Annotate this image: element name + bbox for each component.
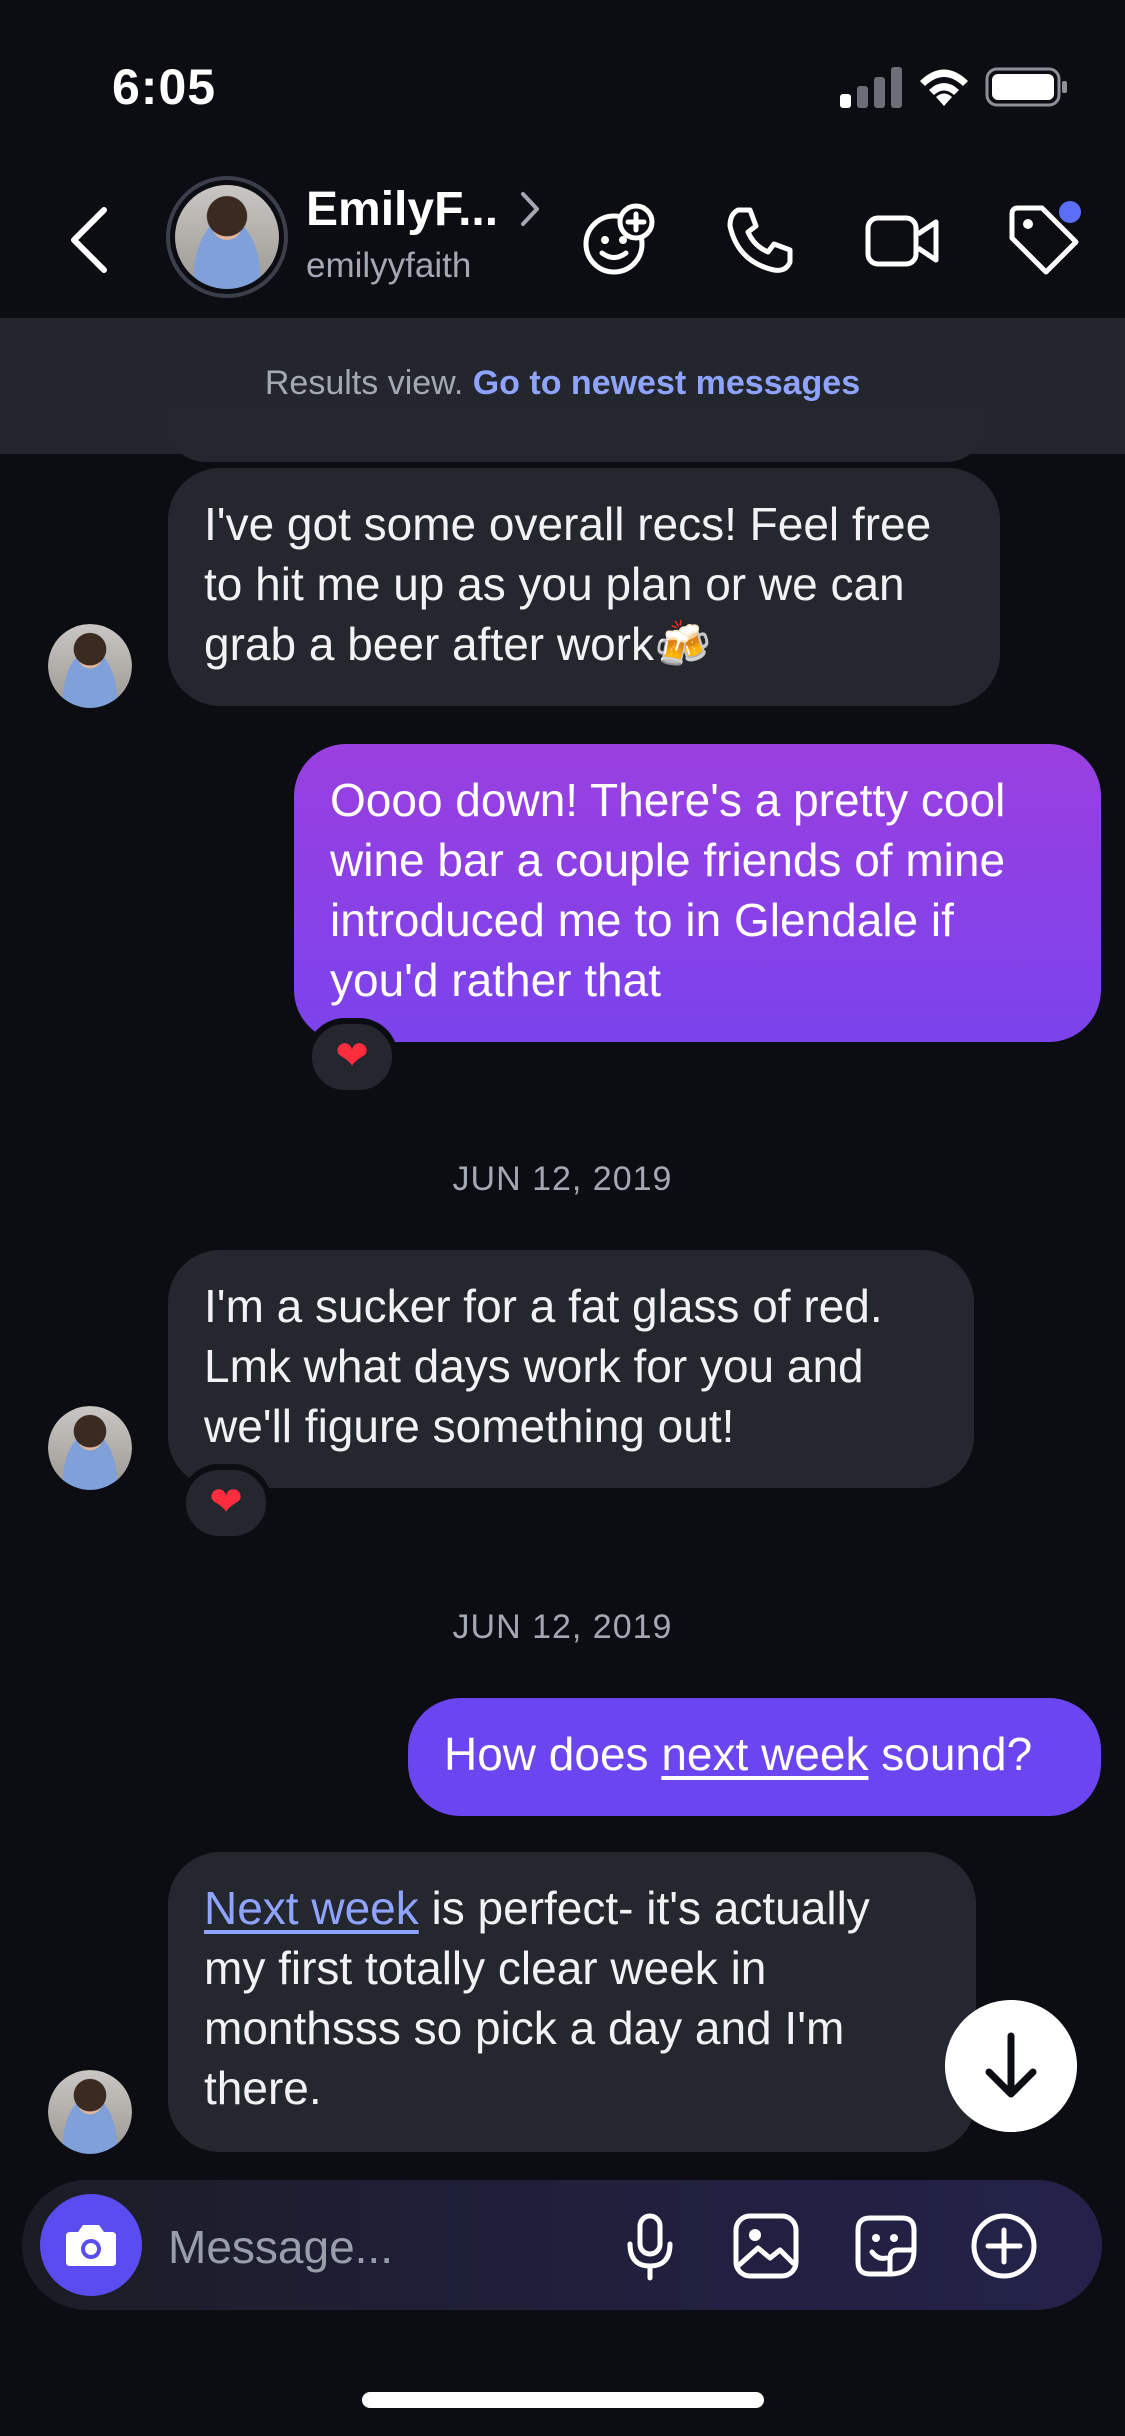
tag-icon[interactable]: [1004, 200, 1084, 280]
incoming-message[interactable]: I've got some overall recs! Feel free to…: [168, 468, 1000, 706]
battery-icon: [985, 67, 1067, 107]
sender-avatar[interactable]: [48, 1406, 132, 1490]
date-separator: JUN 12, 2019: [452, 1160, 673, 1198]
video-camera-icon[interactable]: [862, 200, 942, 280]
microphone-icon[interactable]: [614, 2210, 686, 2282]
results-view-label: Results view.: [264, 364, 464, 402]
date-separator: JUN 12, 2019: [452, 1608, 673, 1646]
date-link[interactable]: Next week: [204, 1882, 419, 1934]
sender-avatar[interactable]: [48, 624, 132, 708]
message-text: sound?: [868, 1728, 1033, 1780]
scroll-to-bottom-arrow-down-icon[interactable]: [945, 2000, 1077, 2132]
outgoing-message[interactable]: Oooo down! There's a pretty cool wine ba…: [294, 744, 1101, 1042]
sender-avatar[interactable]: [48, 2070, 132, 2154]
message-text: How does: [444, 1728, 662, 1780]
contact-name[interactable]: EmilyF...: [306, 182, 498, 237]
go-to-newest-link[interactable]: Go to newest messages: [473, 364, 860, 402]
back-chevron-icon[interactable]: [62, 204, 122, 276]
camera-button[interactable]: [40, 2194, 142, 2296]
wifi-icon: [920, 69, 968, 106]
plus-circle-icon[interactable]: [968, 2210, 1040, 2282]
chevron-right-icon[interactable]: [518, 190, 542, 228]
sticker-icon[interactable]: [850, 2210, 922, 2282]
home-indicator[interactable]: [362, 2392, 764, 2408]
heart-reaction-icon[interactable]: ❤: [306, 1018, 398, 1096]
status-bar: 6:05: [0, 0, 1125, 160]
outgoing-message[interactable]: How does next week sound?: [408, 1698, 1101, 1816]
conversation-header: EmilyF... emilyyfaith: [0, 160, 1125, 320]
message-input[interactable]: Message...: [168, 2220, 393, 2274]
image-gallery-icon[interactable]: [730, 2210, 802, 2282]
incoming-message[interactable]: Next week is perfect- it's actually my f…: [168, 1852, 976, 2152]
previous-message-edge: [166, 410, 986, 462]
contact-handle: emilyyfaith: [306, 246, 472, 285]
message-composer: Message...: [22, 2180, 1102, 2310]
date-link[interactable]: next week: [661, 1728, 868, 1780]
phone-icon[interactable]: [720, 200, 800, 280]
heart-reaction-icon[interactable]: ❤: [180, 1464, 272, 1542]
incoming-message[interactable]: I'm a sucker for a fat glass of red. Lmk…: [168, 1250, 974, 1488]
status-time: 6:05: [112, 59, 217, 115]
camera-icon: [66, 2225, 116, 2266]
cellular-signal-icon: [840, 67, 902, 108]
sticker-plus-icon[interactable]: [578, 200, 658, 280]
contact-avatar[interactable]: [166, 176, 288, 298]
